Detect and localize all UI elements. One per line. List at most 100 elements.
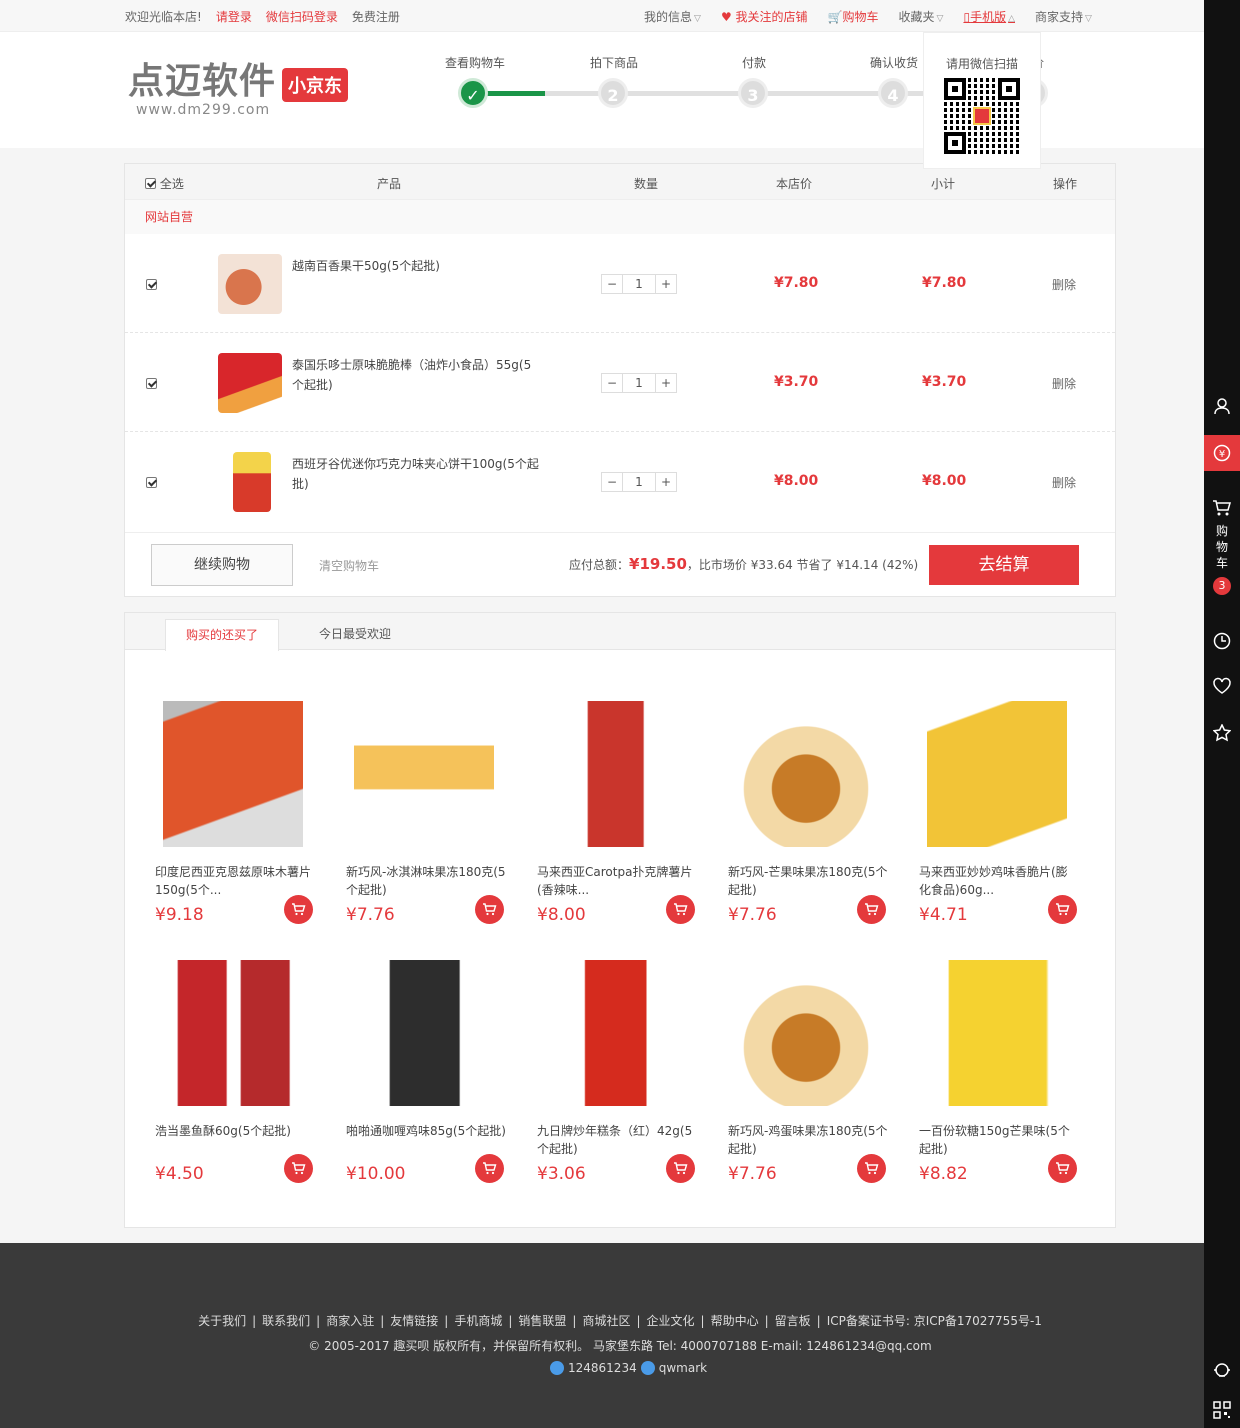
product-image[interactable] [736,960,876,1106]
qty-minus-button[interactable]: − [602,473,622,491]
followed-shops-link[interactable]: ♥ 我关注的店铺 [721,8,808,25]
wechat-login-link[interactable]: 微信扫码登录 [266,8,338,25]
login-link[interactable]: 请登录 [216,8,252,25]
product-image[interactable] [927,960,1067,1106]
shop-name[interactable]: 网站自营 [125,200,1115,234]
product-name[interactable]: 马来西亚妙妙鸡味香脆片(膨化食品)60g... [919,863,1079,899]
product-image[interactable] [736,701,876,847]
qty-input[interactable]: 1 [622,275,656,293]
register-link[interactable]: 免费注册 [352,8,400,25]
recommend-item[interactable]: 新巧风-鸡蛋味果冻180克(5个起批) ¥7.76 [728,960,888,1200]
select-all-checkbox[interactable] [145,178,156,189]
qty-plus-button[interactable]: + [656,473,676,491]
footer-link[interactable]: 商家入驻 [326,1314,374,1328]
recommend-item[interactable]: 马来西亚Carotpa扑克牌薯片(香辣味... ¥8.00 [537,701,697,941]
cart-link[interactable]: 🛒购物车 [828,8,879,25]
heart-icon[interactable] [1204,668,1240,704]
add-to-cart-icon[interactable] [475,1154,504,1183]
recommend-item[interactable]: 新巧风-冰淇淋味果冻180克(5个起批) ¥7.76 [346,701,506,941]
product-image[interactable] [354,701,494,847]
continue-shopping-button[interactable]: 继续购物 [151,544,293,586]
product-name[interactable]: 新巧风-冰淇淋味果冻180克(5个起批) [346,863,506,899]
qq-number-2[interactable]: qwmark [659,1361,707,1375]
product-image[interactable] [354,960,494,1106]
item-checkbox[interactable] [146,377,157,391]
add-to-cart-icon[interactable] [1048,1154,1077,1183]
tab-also-bought[interactable]: 购买的还买了 [165,619,280,651]
footer-link[interactable]: 友情链接 [390,1314,438,1328]
add-to-cart-icon[interactable] [666,1154,695,1183]
product-name[interactable]: 啪啪通咖喱鸡味85g(5个起批) [346,1122,506,1140]
qty-minus-button[interactable]: − [602,275,622,293]
item-checkbox[interactable] [146,278,157,292]
footer-link[interactable]: 商城社区 [582,1314,630,1328]
footer-link[interactable]: 企业文化 [647,1314,695,1328]
product-thumbnail[interactable] [218,254,282,314]
item-checkbox[interactable] [146,476,157,490]
add-to-cart-icon[interactable] [857,895,886,924]
delete-link[interactable]: 删除 [1052,375,1076,392]
footer-link[interactable]: 帮助中心 [711,1314,759,1328]
product-image[interactable] [927,701,1067,847]
footer-link[interactable]: 留言板 [775,1314,811,1328]
footer-link[interactable]: 联系我们 [262,1314,310,1328]
qty-input[interactable]: 1 [622,473,656,491]
footer-link[interactable]: 销售联盟 [518,1314,566,1328]
product-name[interactable]: 新巧风-芒果味果冻180克(5个起批) [728,863,888,899]
footer-link[interactable]: 关于我们 [198,1314,246,1328]
recommend-item[interactable]: 印度尼西亚克恩兹原味木薯片150g(5个... ¥9.18 [155,701,315,941]
qq-icon[interactable] [550,1361,564,1375]
sidebar-cart[interactable]: 购物车 3 [1204,489,1240,609]
recommend-item[interactable]: 九日牌炒年糕条（红）42g(5个起批) ¥3.06 [537,960,697,1200]
select-all-control[interactable]: 全选 [145,175,184,192]
product-name[interactable]: 泰国乐哆士原味脆脆棒（油炸小食品）55g(5个起批) [292,355,542,395]
product-image[interactable] [545,960,685,1106]
tab-popular-today[interactable]: 今日最受欢迎 [299,619,411,651]
qty-minus-button[interactable]: − [602,374,622,392]
favorites-menu[interactable]: 收藏夹 ▽ [899,8,944,25]
product-name[interactable]: 马来西亚Carotpa扑克牌薯片(香辣味... [537,863,697,899]
qq-icon[interactable] [640,1361,655,1375]
qr-code-icon[interactable] [1204,1392,1240,1428]
history-icon[interactable] [1204,623,1240,659]
clear-cart-link[interactable]: 清空购物车 [319,557,379,574]
delete-link[interactable]: 删除 [1052,276,1076,293]
recommend-item[interactable]: 新巧风-芒果味果冻180克(5个起批) ¥7.76 [728,701,888,941]
recommend-item[interactable]: 马来西亚妙妙鸡味香脆片(膨化食品)60g... ¥4.71 [919,701,1079,941]
product-image[interactable] [163,701,303,847]
product-name[interactable]: 西班牙谷优迷你巧克力味夹心饼干100g(5个起批) [292,454,542,494]
add-to-cart-icon[interactable] [284,1154,313,1183]
mobile-menu[interactable]: ▯手机版 △ [963,8,1015,25]
add-to-cart-icon[interactable] [475,895,504,924]
product-image[interactable] [545,701,685,847]
add-to-cart-icon[interactable] [857,1154,886,1183]
product-name[interactable]: 一百份软糖150g芒果味(5个起批) [919,1122,1079,1158]
add-to-cart-icon[interactable] [666,895,695,924]
delete-link[interactable]: 删除 [1052,474,1076,491]
recommend-item[interactable]: 浩当墨鱼酥60g(5个起批) ¥4.50 [155,960,315,1200]
product-thumbnail[interactable] [218,353,282,413]
user-icon[interactable] [1204,388,1240,424]
product-name[interactable]: 九日牌炒年糕条（红）42g(5个起批) [537,1122,697,1158]
qty-plus-button[interactable]: + [656,374,676,392]
footer-icp[interactable]: ICP备案证书号: 京ICP备17027755号-1 [827,1314,1042,1328]
add-to-cart-icon[interactable] [1048,895,1077,924]
recommend-item[interactable]: 一百份软糖150g芒果味(5个起批) ¥8.82 [919,960,1079,1200]
product-image[interactable] [163,960,303,1106]
checkout-button[interactable]: 去结算 [929,545,1079,585]
customer-service-icon[interactable] [1204,1352,1240,1388]
qty-plus-button[interactable]: + [656,275,676,293]
recommend-item[interactable]: 啪啪通咖喱鸡味85g(5个起批) ¥10.00 [346,960,506,1200]
product-name[interactable]: 浩当墨鱼酥60g(5个起批) [155,1122,315,1140]
coupon-icon[interactable]: ¥ [1204,435,1240,471]
site-logo[interactable]: 点迈软件 www.dm299.com 小京东 [128,62,358,122]
merchant-support-menu[interactable]: 商家支持 ▽ [1035,8,1092,25]
product-name[interactable]: 越南百香果干50g(5个起批) [292,256,542,276]
product-thumbnail[interactable] [233,452,271,512]
product-name[interactable]: 印度尼西亚克恩兹原味木薯片150g(5个... [155,863,315,899]
qty-input[interactable]: 1 [622,374,656,392]
product-name[interactable]: 新巧风-鸡蛋味果冻180克(5个起批) [728,1122,888,1158]
add-to-cart-icon[interactable] [284,895,313,924]
my-info-menu[interactable]: 我的信息 ▽ [644,8,701,25]
star-icon[interactable] [1204,715,1240,751]
